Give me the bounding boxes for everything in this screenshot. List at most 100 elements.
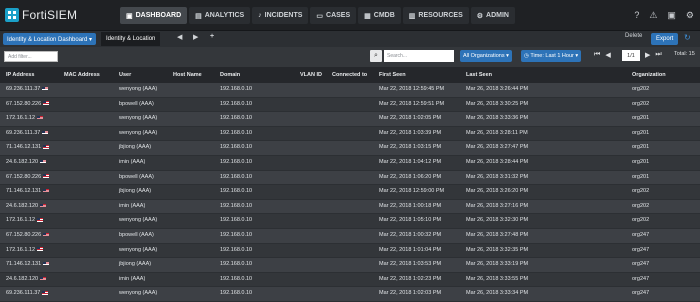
cell-last: Mar 26, 2018 3:30:25 PM bbox=[466, 101, 528, 107]
dashboard-select[interactable]: Identity & Location Dashboard ▾ bbox=[3, 33, 97, 45]
table-row[interactable]: 69.236.111.37 wenyong (AAA) 192.168.0.10 Ma… bbox=[0, 83, 700, 98]
organization-select[interactable]: All Organizations ▾ bbox=[460, 50, 512, 62]
chart-icon: ▤ bbox=[195, 12, 202, 20]
cell-user-text: wenyong (AAA) bbox=[119, 217, 158, 224]
column-domain[interactable]: Domain bbox=[220, 72, 240, 78]
cell-org: org202 bbox=[632, 101, 649, 107]
table-row[interactable]: 172.16.1.12 wenyong (AAA) 192.168.0.10 Mar … bbox=[0, 243, 700, 259]
cell-last-text: Mar 26, 2018 3:28:44 PM bbox=[466, 158, 529, 165]
table-row[interactable]: 71.146.12.131 jbjiong (AAA) 192.168.0.10 Ma… bbox=[0, 141, 700, 156]
search-input[interactable]: Search... bbox=[384, 50, 454, 62]
us-flag-icon bbox=[43, 188, 50, 193]
cell-domain-text: 192.168.0.10 bbox=[220, 261, 253, 268]
column-vlan-id[interactable]: VLAN ID bbox=[300, 72, 322, 78]
cell-ip-text: 67.152.80.226 bbox=[6, 100, 42, 107]
cell-domain: 192.168.0.10 bbox=[220, 101, 252, 107]
cell-domain-text: 192.168.0.10 bbox=[220, 144, 253, 151]
last-page-icon[interactable]: ⏭ bbox=[655, 51, 661, 59]
cell-ip-text: 172.16.1.12 bbox=[6, 115, 36, 122]
next-tab-icon[interactable]: ▶ bbox=[193, 33, 198, 41]
cell-org: org247 bbox=[632, 290, 649, 296]
bell-icon: ♪ bbox=[258, 12, 262, 19]
export-button[interactable]: Export bbox=[651, 33, 679, 45]
table-row[interactable]: 67.152.80.226 bpowell (AAA) 192.168.0.10 Ma… bbox=[0, 97, 700, 113]
page-number-input[interactable]: 1/1 bbox=[622, 50, 640, 61]
cell-first-text: Mar 22, 2018 1:03:15 PM bbox=[379, 144, 442, 151]
first-page-icon[interactable]: ⏮ bbox=[594, 51, 600, 59]
settings-icon[interactable]: ⚙ bbox=[686, 10, 694, 21]
cell-org-text: org202 bbox=[632, 217, 650, 224]
cell-ip: 67.152.80.226 bbox=[6, 100, 50, 107]
column-connected-to[interactable]: Connected to bbox=[332, 72, 367, 78]
cell-ip-text: 71.146.12.131 bbox=[6, 144, 42, 151]
column-host-name[interactable]: Host Name bbox=[173, 72, 202, 78]
next-page-icon[interactable]: ▶ bbox=[645, 51, 650, 59]
table-row[interactable]: 24.6.182.120 imin (AAA) 192.168.0.10 Mar 22… bbox=[0, 155, 700, 171]
cell-last-text: Mar 26, 2018 3:27:48 PM bbox=[466, 231, 529, 238]
cell-first: Mar 22, 2018 1:03:39 PM bbox=[379, 130, 441, 136]
column-organization[interactable]: Organization bbox=[632, 72, 666, 78]
table-row[interactable]: 24.6.182.120 imin (AAA) 192.168.0.10 Mar 22… bbox=[0, 272, 700, 288]
cell-first: Mar 22, 2018 1:03:15 PM bbox=[379, 144, 441, 150]
cell-org: org202 bbox=[632, 188, 649, 194]
help-icon[interactable]: ? bbox=[634, 10, 639, 21]
cell-domain-text: 192.168.0.10 bbox=[220, 158, 253, 165]
cell-first-text: Mar 22, 2018 1:04:12 PM bbox=[379, 158, 442, 165]
cell-user: wenyong (AAA) bbox=[119, 86, 157, 92]
cell-domain-text: 192.168.0.10 bbox=[220, 100, 253, 107]
column-last-seen[interactable]: Last Seen bbox=[466, 72, 492, 78]
us-flag-icon bbox=[37, 115, 44, 120]
delete-button[interactable]: Delete bbox=[625, 33, 642, 39]
table-row[interactable]: 71.146.12.131 jbjiong (AAA) 192.168.0.10 Ma… bbox=[0, 185, 700, 200]
table-row[interactable]: 24.6.182.120 imin (AAA) 192.168.0.10 Mar 22… bbox=[0, 199, 700, 215]
bar-chart-icon: ▥ bbox=[408, 12, 416, 20]
warning-icon[interactable]: ⚠ bbox=[649, 10, 657, 21]
nav-cases[interactable]: ▭ CASES bbox=[310, 7, 357, 24]
cell-first: Mar 22, 2018 1:02:03 PM bbox=[379, 290, 441, 296]
cell-domain-text: 192.168.0.10 bbox=[220, 217, 253, 224]
column-first-seen[interactable]: First Seen bbox=[379, 72, 406, 78]
column-mac-address[interactable]: MAC Address bbox=[64, 72, 100, 78]
cell-domain: 192.168.0.10 bbox=[220, 130, 252, 136]
table-row[interactable]: 172.16.1.12 wenyong (AAA) 192.168.0.10 Mar … bbox=[0, 214, 700, 229]
cell-domain: 192.168.0.10 bbox=[220, 188, 252, 194]
previous-tab-icon[interactable]: ◀ bbox=[177, 33, 182, 41]
column-ip-address[interactable]: IP Address bbox=[6, 72, 34, 78]
us-flag-icon bbox=[43, 261, 50, 266]
cell-first-text: Mar 22, 2018 1:00:32 PM bbox=[379, 231, 442, 238]
cell-ip-text: 172.16.1.12 bbox=[6, 246, 36, 253]
cell-ip-text: 24.6.182.120 bbox=[6, 202, 39, 209]
add-tab-icon[interactable]: + bbox=[210, 33, 214, 40]
column-user[interactable]: User bbox=[119, 72, 131, 78]
nav-admin[interactable]: ⚙ ADMIN bbox=[470, 7, 515, 24]
table-row[interactable]: 69.236.111.37 wenyong (AAA) 192.168.0.10 Ma… bbox=[0, 126, 700, 142]
cell-last-text: Mar 26, 2018 3:26:44 PM bbox=[466, 86, 529, 92]
table-row[interactable]: 69.236.111.37 wenyong (AAA) 192.168.0.10 Ma… bbox=[0, 287, 700, 302]
table-row[interactable]: 172.16.1.12 wenyong (AAA) 192.168.0.10 Mar … bbox=[0, 112, 700, 127]
cell-org: org201 bbox=[632, 144, 649, 150]
prev-page-icon[interactable]: ◀ bbox=[605, 51, 610, 59]
us-flag-icon bbox=[40, 159, 47, 164]
time-range-select[interactable]: ◷ Time: Last 1 Hour ▾ bbox=[521, 50, 582, 62]
nav-analytics[interactable]: ▤ ANALYTICS bbox=[189, 7, 251, 24]
cell-user: jbjiong (AAA) bbox=[119, 144, 151, 150]
add-filter-input[interactable]: Add filter... bbox=[4, 51, 58, 62]
user-card-icon[interactable]: ▣ bbox=[667, 10, 676, 21]
table-row[interactable]: 71.146.12.131 jbjiong (AAA) 192.168.0.10 Ma… bbox=[0, 258, 700, 273]
cell-last: Mar 26, 2018 3:33:34 PM bbox=[466, 290, 528, 296]
total-count: Total: 15 bbox=[674, 51, 695, 57]
table-row[interactable]: 67.152.80.226 bpowell (AAA) 192.168.0.10 Ma… bbox=[0, 228, 700, 244]
nav-dashboard[interactable]: ▣ DASHBOARD bbox=[120, 7, 188, 24]
cell-first: Mar 22, 2018 1:02:05 PM bbox=[379, 115, 441, 121]
nav-incidents[interactable]: ♪ INCIDENTS bbox=[252, 7, 309, 24]
nav-cmdb[interactable]: ▦ CMDB bbox=[358, 7, 401, 24]
cell-first-text: Mar 22, 2018 1:06:20 PM bbox=[379, 173, 442, 180]
app-logo[interactable]: FortiSIEM bbox=[5, 8, 77, 22]
search-icon[interactable]: ⌕ bbox=[370, 50, 382, 62]
cell-first: Mar 22, 2018 1:04:12 PM bbox=[379, 159, 441, 165]
tab-identity-location[interactable]: Identity & Location bbox=[101, 32, 161, 46]
cell-org: org202 bbox=[632, 217, 649, 223]
refresh-icon[interactable]: ↻ bbox=[684, 33, 691, 42]
table-row[interactable]: 67.152.80.226 bpowell (AAA) 192.168.0.10 Ma… bbox=[0, 170, 700, 186]
nav-resources[interactable]: ▥ RESOURCES bbox=[402, 7, 469, 24]
